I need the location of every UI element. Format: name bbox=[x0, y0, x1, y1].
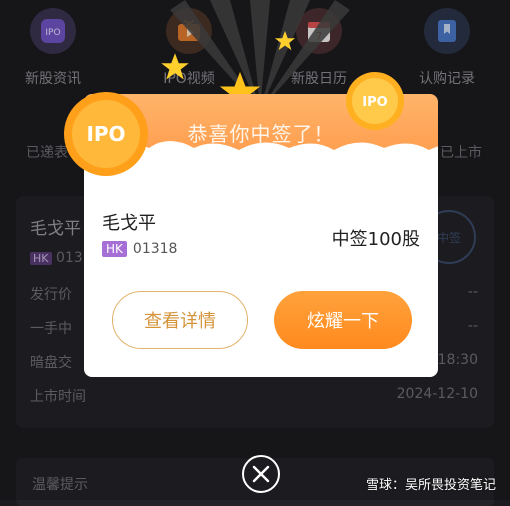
star-icon bbox=[274, 30, 296, 51]
modal-stock-code: HK 01318 bbox=[102, 241, 177, 257]
close-icon bbox=[252, 465, 270, 483]
hk-badge: HK bbox=[102, 241, 127, 257]
ipo-coin-icon: IPO bbox=[346, 72, 404, 130]
star-icon bbox=[161, 53, 189, 80]
view-details-button[interactable]: 查看详情 bbox=[112, 291, 248, 349]
allotment-result: 中签100股 bbox=[331, 229, 420, 250]
modal-stock-name: 毛戈平 bbox=[102, 213, 156, 234]
show-off-button[interactable]: 炫耀一下 bbox=[274, 291, 412, 349]
svg-text:IPO: IPO bbox=[362, 95, 387, 110]
watermark: 雪球：吴所畏投资笔记 bbox=[365, 478, 496, 493]
close-button[interactable] bbox=[242, 455, 280, 493]
svg-text:IPO: IPO bbox=[86, 122, 125, 146]
ipo-coin-icon: IPO bbox=[64, 92, 148, 176]
